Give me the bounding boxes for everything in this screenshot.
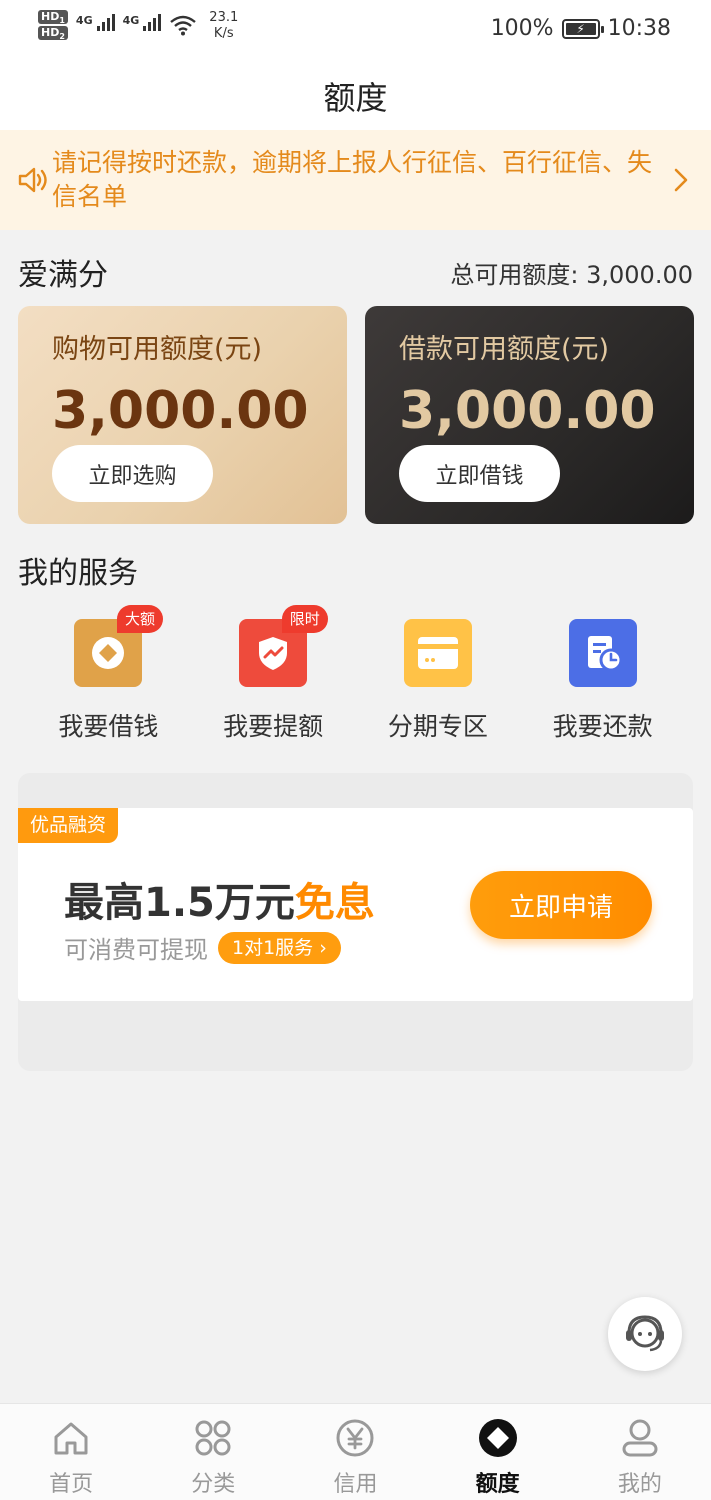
network-speed: 23.1 K/s xyxy=(209,10,238,42)
score-row: 爱满分 总可用额度: 3,000.00 xyxy=(18,250,693,294)
service-badge: 限时 xyxy=(281,605,328,633)
service-borrow[interactable]: 大额 我要借钱 xyxy=(26,605,191,745)
tab-label: 信用 xyxy=(333,1472,378,1497)
tab-label: 额度 xyxy=(475,1472,520,1497)
loan-limit-label: 借款可用额度(元) xyxy=(399,334,610,365)
total-limit: 总可用额度: 3,000.00 xyxy=(450,260,693,289)
grid-icon xyxy=(191,1416,235,1460)
tab-home[interactable]: 首页 xyxy=(0,1404,142,1500)
promo-headline: 最高1.5万元免息 xyxy=(64,870,375,928)
hd2-sub: 2 xyxy=(59,32,65,42)
battery-icon: ⚡ xyxy=(561,18,604,39)
service-label: 我要还款 xyxy=(552,712,653,741)
promo-card[interactable]: 优品融资 最高1.5万元免息 可消费可提现 1对1服务 › 立即申请 xyxy=(18,808,693,1001)
title-bar: 额度 xyxy=(0,62,711,130)
net1-label: 4G xyxy=(75,14,93,27)
tab-limit[interactable]: 额度 xyxy=(427,1404,569,1500)
hd1-sub: 1 xyxy=(59,16,65,26)
promo-subtext: 可消费可提现 xyxy=(64,936,208,964)
promo-headline-main: 最高1.5万元 xyxy=(64,880,295,926)
chevron-right-icon[interactable] xyxy=(661,160,701,200)
headset-icon xyxy=(626,1315,664,1352)
service-label: 我要借钱 xyxy=(58,712,159,741)
tab-category[interactable]: 分类 xyxy=(142,1404,284,1500)
loan-limit-card[interactable]: 借款可用额度(元) 3,000.00 立即借钱 xyxy=(365,306,694,524)
hd-indicators: HD1 HD2 xyxy=(38,10,68,42)
hd2-label: HD xyxy=(41,26,60,39)
apply-now-button[interactable]: 立即申请 xyxy=(470,871,652,939)
tab-mine[interactable]: 我的 xyxy=(569,1404,711,1500)
wifi-icon xyxy=(170,15,197,36)
loan-limit-amount: 3,000.00 xyxy=(399,381,656,441)
speaker-icon xyxy=(18,167,47,193)
speed-unit: K/s xyxy=(213,26,234,41)
notice-text: 请记得按时还款，逾期将上报人行征信、百行征信、失信名单 xyxy=(52,148,653,211)
tab-label: 分类 xyxy=(191,1472,236,1497)
status-right: 100% ⚡ 10:38 xyxy=(491,16,671,41)
bill-clock-icon xyxy=(568,619,637,687)
hd1-label: HD xyxy=(41,10,60,23)
service-label: 分期专区 xyxy=(387,712,488,741)
service-raise-limit[interactable]: 限时 我要提额 xyxy=(191,605,356,745)
service-badge: 大额 xyxy=(117,605,164,633)
customer-service-button[interactable] xyxy=(608,1297,682,1371)
card-icon xyxy=(403,619,472,687)
tab-label: 我的 xyxy=(617,1472,662,1497)
promo-service-pill[interactable]: 1对1服务 › xyxy=(218,931,341,964)
speed-value: 23.1 xyxy=(209,10,239,25)
promo-tag: 优品融资 xyxy=(18,808,119,843)
status-bar: HD1 HD2 4G 4G 23.1 K/s 100% ⚡ 10:38 xyxy=(0,0,711,62)
signal-2-icon: 4G xyxy=(123,14,162,31)
shopping-limit-card[interactable]: 购物可用额度(元) 3,000.00 立即选购 xyxy=(18,306,347,524)
tab-credit[interactable]: 信用 xyxy=(284,1404,426,1500)
service-installments[interactable]: 分期专区 xyxy=(356,605,521,745)
borrow-now-button[interactable]: 立即借钱 xyxy=(399,445,560,502)
score-title: 爱满分 xyxy=(18,258,108,293)
service-label: 我要提额 xyxy=(223,712,324,741)
hd2-icon: HD2 xyxy=(38,26,68,42)
battery-percent: 100% xyxy=(490,16,554,41)
shop-now-button[interactable]: 立即选购 xyxy=(52,445,213,502)
hd1-icon: HD1 xyxy=(38,10,68,26)
shopping-limit-label: 购物可用额度(元) xyxy=(52,334,263,365)
notice-banner[interactable]: 请记得按时还款，逾期将上报人行征信、百行征信、失信名单 xyxy=(0,130,711,230)
yen-circle-icon xyxy=(333,1416,377,1460)
services-grid: 大额 我要借钱 限时 我要提额 分期专区 我要还款 xyxy=(26,605,685,745)
service-repay[interactable]: 我要还款 xyxy=(520,605,685,745)
net2-label: 4G xyxy=(122,14,140,27)
services-title: 我的服务 xyxy=(18,556,138,591)
status-left: HD1 HD2 4G 4G 23.1 K/s xyxy=(38,10,238,42)
diamond-circle-icon xyxy=(476,1416,520,1460)
shopping-limit-amount: 3,000.00 xyxy=(52,381,309,441)
bottom-tabbar: 首页 分类 信用 额度 我的 xyxy=(0,1403,711,1500)
page-title: 额度 xyxy=(323,79,388,117)
profile-icon xyxy=(618,1416,662,1460)
promo-sub: 可消费可提现 1对1服务 › xyxy=(64,930,341,965)
tab-label: 首页 xyxy=(49,1472,94,1497)
home-icon xyxy=(49,1416,93,1460)
promo-headline-highlight: 免息 xyxy=(294,880,375,926)
signal-1-icon: 4G xyxy=(76,14,115,31)
clock: 10:38 xyxy=(607,16,671,41)
